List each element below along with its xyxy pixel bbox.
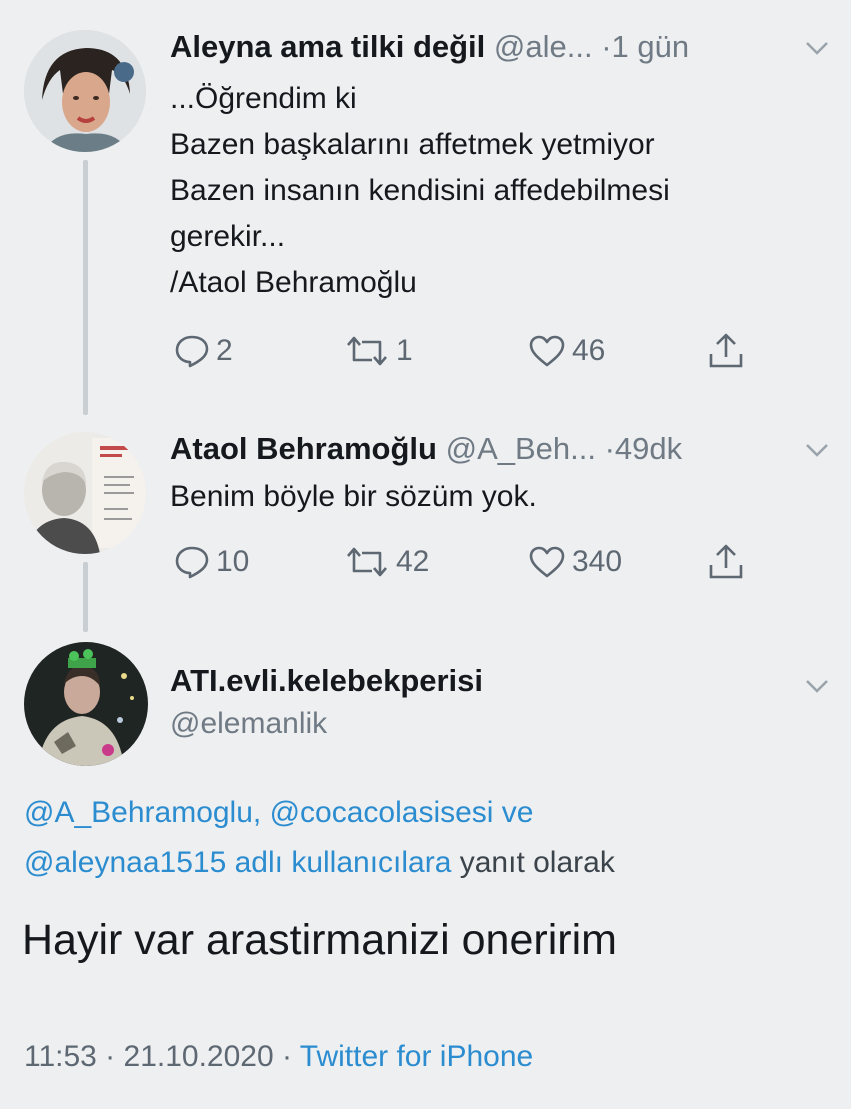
tweet-time[interactable]: ·1 gün (601, 29, 689, 64)
tweet-time[interactable]: ·49dk (605, 431, 683, 466)
like-button[interactable]: 340 (528, 545, 622, 579)
tweet1-header: Aleyna ama tilki değil @ale... ·1 gün (170, 29, 689, 65)
tweet2-text: Benim böyle bir sözüm yok. (170, 480, 537, 513)
share-button[interactable] (706, 543, 746, 581)
reply-button[interactable]: 10 (174, 545, 249, 579)
like-icon (529, 335, 565, 367)
reply-count: 10 (216, 545, 250, 578)
tweet3-text: Hayir var arastirmanizi oneririm (22, 916, 617, 964)
share-icon (709, 333, 743, 368)
chevron-down-icon[interactable] (804, 440, 830, 460)
tweet1-line: /Ataol Behramoğlu (170, 266, 417, 299)
avatar-ataol[interactable] (24, 432, 146, 554)
share-button[interactable] (706, 332, 746, 370)
tweet-timestamp-row: 11:53 · 21.10.2020 · Twitter for iPhone (24, 1040, 533, 1074)
profile-photo-icon (24, 30, 146, 152)
reply-icon (175, 546, 209, 579)
like-icon (529, 546, 565, 578)
mention-links[interactable]: @aleynaa1515 adlı kullanıcılara (24, 846, 451, 879)
user-handle[interactable]: @A_Beh... (446, 431, 596, 466)
tweet3-user-handle[interactable]: @elemanlik (170, 707, 327, 741)
replying-to-line2: @aleynaa1515 adlı kullanıcılara yanıt ol… (24, 846, 615, 880)
tweet1-line: ...Öğrendim ki (170, 82, 357, 115)
tweet2-header: Ataol Behramoğlu @A_Beh... ·49dk (170, 431, 682, 467)
retweet-icon (347, 336, 387, 366)
retweet-count: 1 (396, 334, 413, 367)
tweet-source[interactable]: Twitter for iPhone (300, 1040, 533, 1073)
share-icon (709, 544, 743, 579)
retweet-button[interactable]: 1 (344, 334, 413, 368)
thread-line (83, 562, 88, 632)
display-name[interactable]: Ataol Behramoğlu (170, 431, 437, 466)
reply-icon (175, 335, 209, 368)
tweet-timestamp[interactable]: 11:53 · 21.10.2020 · (24, 1040, 292, 1073)
display-name[interactable]: Aleyna ama tilki değil (170, 29, 485, 64)
chevron-down-icon[interactable] (804, 38, 830, 58)
retweet-count: 42 (396, 545, 430, 578)
tweet1-line: Bazen insanın kendisini affedebilmesi (170, 174, 670, 207)
reply-count: 2 (216, 334, 233, 367)
retweet-button[interactable]: 42 (344, 545, 429, 579)
reply-button[interactable]: 2 (174, 334, 233, 368)
thread-line (83, 160, 88, 415)
like-count: 340 (572, 545, 623, 578)
user-handle[interactable]: @ale... (494, 29, 593, 64)
tweet1-line: Bazen başkalarını affetmek yetmiyor (170, 128, 655, 161)
like-button[interactable]: 46 (528, 334, 605, 368)
profile-photo-icon (24, 432, 146, 554)
mention-links[interactable]: @A_Behramoglu, @cocacolasisesi ve (24, 796, 533, 829)
avatar-kelebekperisi[interactable] (24, 642, 148, 766)
like-count: 46 (572, 334, 606, 367)
tweet3-display-name[interactable]: ATI.evli.kelebekperisi (170, 663, 483, 699)
tweet1-line: gerekir... (170, 220, 286, 253)
chevron-down-icon[interactable] (804, 676, 830, 696)
replying-to-suffix: yanıt olarak (459, 846, 615, 879)
retweet-icon (347, 547, 387, 577)
replying-to-line1: @A_Behramoglu, @cocacolasisesi ve (24, 796, 533, 830)
avatar-aleyna[interactable] (24, 30, 146, 152)
profile-photo-icon (24, 642, 148, 766)
